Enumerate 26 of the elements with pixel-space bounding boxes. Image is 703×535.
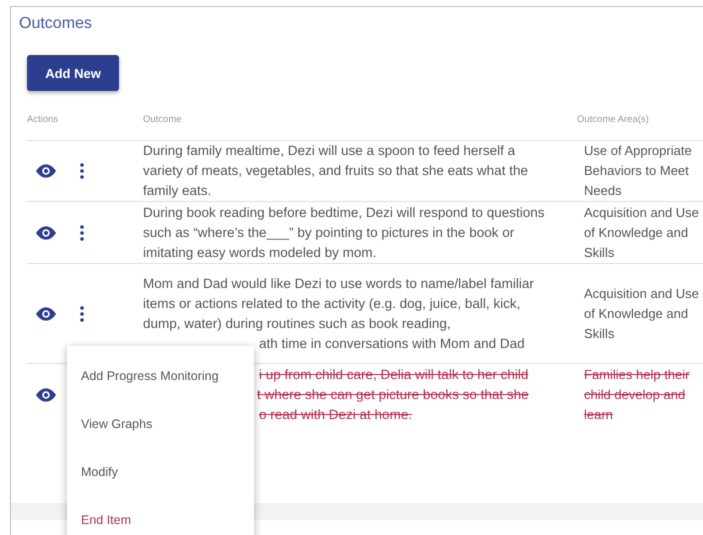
menu-item[interactable]: Add Progress Monitoring: [67, 352, 254, 400]
eye-icon[interactable]: [36, 306, 56, 320]
section-title: Outcomes: [18, 14, 93, 34]
more-options-icon[interactable]: [80, 306, 84, 322]
column-header: Outcome: [143, 114, 183, 124]
outcome-area: Families help their child develop and learn: [577, 364, 703, 424]
menu-item[interactable]: End Item: [67, 496, 254, 535]
outcome-text: During book reading before bedtime, Dezi will respond to questions such as “where’s the___” by pointing to pictures in the book or imitating easy words modeled by mom.: [143, 204, 546, 262]
menu-item[interactable]: Modify: [67, 448, 254, 496]
outcome-area: Use of Appropriate Behaviors to Meet Needs: [577, 141, 703, 201]
more-options-icon[interactable]: [80, 224, 84, 240]
column-header: Actions: [27, 114, 60, 124]
outcome-text: ath time in conversations with Mom and Dad: [259, 334, 525, 352]
more-options-icon[interactable]: [80, 163, 84, 179]
outcome-text: During family mealtime, Dezi will use a spoon to feed herself a variety of meats, vegetables, and fruits so that she eats what the family eats.: [143, 142, 529, 200]
eye-icon[interactable]: [36, 164, 56, 178]
menu-item[interactable]: View Graphs: [67, 400, 254, 448]
column-header: Outcome Area(s): [577, 114, 650, 124]
outcome-text: t where she can get picture books so that she: [257, 386, 529, 404]
outcome-area: Acquisition and Use of Knowledge and Skills: [577, 202, 703, 262]
outcome-text: i up from child care, Delia will talk to her child: [259, 366, 528, 384]
outcome-area: Acquisition and Use of Knowledge and Skills: [577, 284, 703, 344]
eye-icon[interactable]: [36, 226, 56, 240]
eye-icon[interactable]: [36, 388, 56, 402]
add-new-button[interactable]: Add New: [27, 55, 119, 91]
outcome-text: o read with Dezi at home.: [259, 406, 412, 424]
